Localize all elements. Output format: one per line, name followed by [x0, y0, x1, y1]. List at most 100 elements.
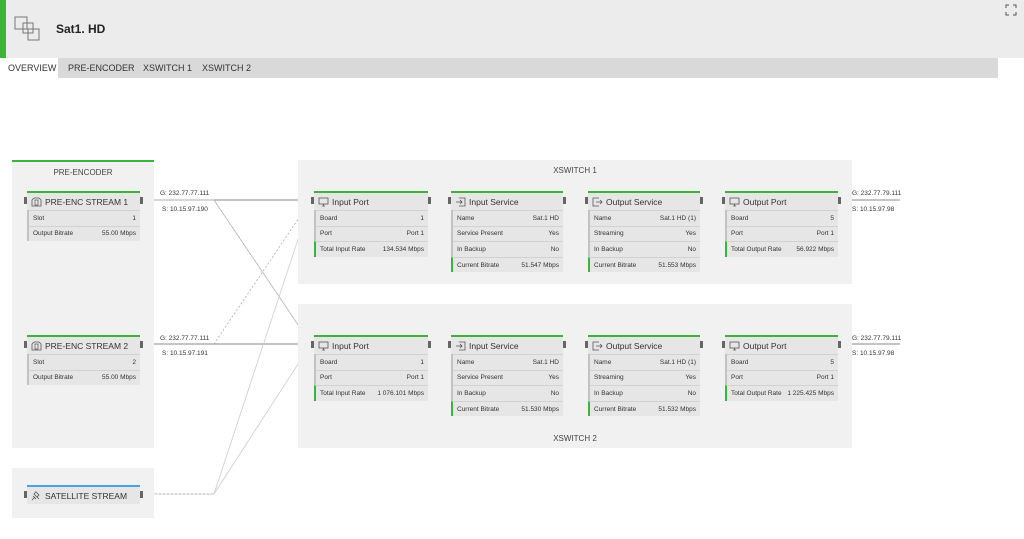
row-value: 2	[132, 358, 136, 366]
row-label: Output Bitrate	[33, 374, 74, 382]
row-label: Service Present	[457, 230, 503, 238]
input-connector[interactable]	[448, 341, 451, 348]
output-connector[interactable]	[563, 197, 566, 204]
pre-enc-stream-1-node[interactable]: PRE-ENC STREAM 1 Slot 1 Output Bitrate 55.…	[27, 191, 140, 242]
row-value: Yes	[685, 374, 696, 382]
output-connector[interactable]	[700, 341, 703, 348]
row-value: Yes	[548, 374, 559, 382]
row-label: Board	[731, 214, 749, 222]
output-connector[interactable]	[428, 341, 431, 348]
xswitch-2-input-port[interactable]: Input Port Board 1 Port Port 1 Total Input…	[314, 335, 428, 401]
row-label: Board	[320, 214, 338, 222]
row-value: Port 1	[406, 230, 424, 238]
row-value: 56.922 Mbps	[796, 245, 834, 253]
row-label: Port	[731, 230, 743, 238]
group-address-label: G: 232.77.79.111	[852, 190, 902, 197]
pre-encoder-title: PRE-ENCODER	[53, 168, 113, 177]
output-connector[interactable]	[563, 341, 566, 348]
output-connector[interactable]	[428, 197, 431, 204]
xswitch-2-input-service[interactable]: Input Service Name Sat.1 HD Service Prese…	[451, 335, 563, 417]
input-connector[interactable]	[24, 491, 27, 498]
row-value: 5	[830, 358, 834, 366]
node-title: Input Service	[469, 340, 519, 351]
row-value: 55.00 Mbps	[102, 374, 136, 382]
node-title: Output Port	[743, 196, 787, 207]
input-connector[interactable]	[311, 341, 314, 348]
row-label: Slot	[33, 214, 45, 222]
source-address-label: S: 10.15.97.191	[162, 350, 208, 357]
row-value: No	[687, 389, 696, 397]
row-label: Name	[457, 214, 475, 222]
node-title: PRE-ENC STREAM 1	[45, 196, 129, 207]
input-connector[interactable]	[24, 197, 27, 204]
output-connector[interactable]	[140, 197, 143, 204]
row-value: Yes	[548, 230, 559, 238]
row-label: In Backup	[594, 245, 623, 253]
satellite-stream-node[interactable]: SATELLITE STREAM	[27, 485, 140, 504]
row-label: Name	[457, 358, 475, 366]
monitor-icon	[318, 197, 329, 206]
xswitch-2-output-service[interactable]: Output Service Name Sat.1 HD (1) Streamin…	[588, 335, 700, 417]
row-value: 1 225.425 Mbps	[787, 389, 834, 397]
row-value: No	[687, 245, 696, 253]
xswitch-2-output-port[interactable]: Output Port Board 5 Port Port 1 Total Outp…	[725, 335, 838, 401]
output-connector[interactable]	[140, 341, 143, 348]
service-out-icon	[592, 341, 603, 350]
service-in-icon	[456, 341, 466, 350]
satellite-icon	[31, 490, 40, 500]
row-value: No	[550, 245, 559, 253]
row-value: Sat.1 HD	[532, 214, 559, 222]
output-connector[interactable]	[838, 341, 841, 348]
input-connector[interactable]	[585, 341, 588, 348]
row-label: Current Bitrate	[457, 261, 500, 269]
node-title: Input Service	[469, 196, 519, 207]
row-label: Board	[731, 358, 749, 366]
row-value: Port 1	[816, 374, 834, 382]
row-label: Total Output Rate	[731, 389, 782, 397]
node-title: PRE-ENC STREAM 2	[45, 340, 129, 351]
row-value: Sat.1 HD (1)	[659, 358, 696, 366]
row-label: Port	[320, 374, 332, 382]
xswitch-1-title: XSWITCH 1	[553, 166, 597, 175]
row-label: Total Input Rate	[320, 389, 366, 397]
input-connector[interactable]	[722, 197, 725, 204]
row-label: Total Output Rate	[731, 245, 782, 253]
xswitch-1-output-service[interactable]: Output Service Name Sat.1 HD (1) Streamin…	[588, 191, 700, 273]
pre-enc-stream-2-node[interactable]: PRE-ENC STREAM 2 Slot 2 Output Bitrate 55.…	[27, 335, 140, 386]
row-label: Name	[594, 214, 612, 222]
row-label: Service Present	[457, 374, 503, 382]
row-label: Streaming	[594, 374, 624, 382]
row-label: In Backup	[457, 245, 486, 253]
row-label: Board	[320, 358, 338, 366]
output-connector[interactable]	[700, 197, 703, 204]
node-title: SATELLITE STREAM	[45, 490, 128, 501]
xswitch-1-input-service[interactable]: Input Service Name Sat.1 HD Service Prese…	[451, 191, 563, 273]
output-connector[interactable]	[838, 197, 841, 204]
input-connector[interactable]	[24, 341, 27, 348]
input-connector[interactable]	[448, 197, 451, 204]
row-label: Current Bitrate	[594, 405, 637, 413]
xswitch-1-input-port[interactable]: Input Port Board 1 Port Port 1 Total Input…	[314, 191, 428, 257]
row-value: 51.547 Mbps	[521, 261, 559, 269]
row-value: 1	[132, 214, 136, 222]
monitor-icon	[729, 341, 740, 350]
row-value: 1	[420, 358, 424, 366]
node-title: Input Port	[332, 196, 369, 207]
row-label: Port	[320, 230, 332, 238]
row-value: Yes	[685, 230, 696, 238]
row-value: 5	[830, 214, 834, 222]
input-connector[interactable]	[311, 197, 314, 204]
xswitch-2-title: XSWITCH 2	[553, 434, 597, 443]
monitor-icon	[318, 341, 329, 350]
xswitch-1-output-port[interactable]: Output Port Board 5 Port Port 1 Total Outp…	[725, 191, 838, 257]
output-connector[interactable]	[140, 491, 143, 498]
row-label: Streaming	[594, 230, 624, 238]
source-address-label: S: 10.15.97.98	[852, 206, 895, 213]
row-label: Total Input Rate	[320, 245, 366, 253]
row-label: Port	[731, 374, 743, 382]
input-connector[interactable]	[585, 197, 588, 204]
node-title: Output Service	[606, 196, 663, 207]
input-connector[interactable]	[722, 341, 725, 348]
row-value: 51.532 Mbps	[658, 405, 696, 413]
node-title: Output Port	[743, 340, 787, 351]
